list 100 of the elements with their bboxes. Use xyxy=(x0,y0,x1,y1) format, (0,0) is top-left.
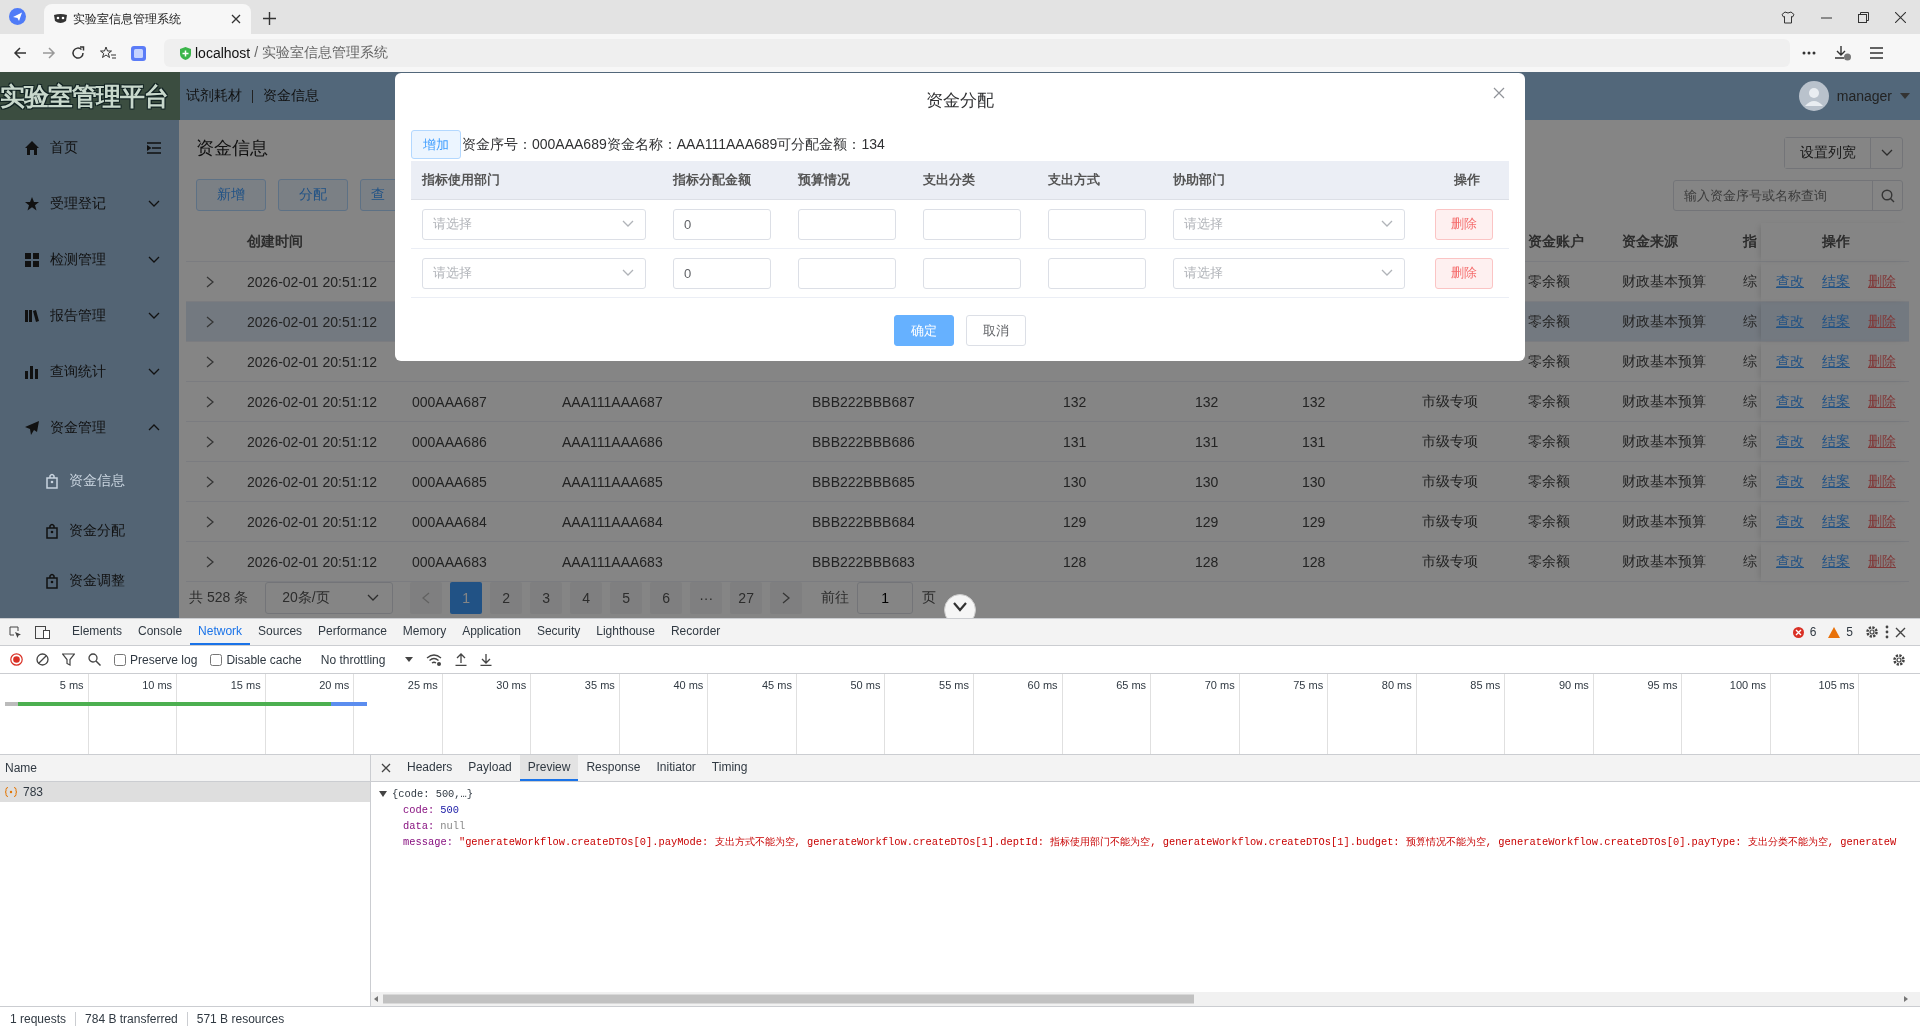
timeline-tick: 90 ms xyxy=(1558,679,1589,693)
json-line: data: null xyxy=(402,819,467,834)
status-text: 784 B transferred xyxy=(75,1012,187,1026)
table-cell: AAA111AAA684 xyxy=(562,513,663,530)
checkbox-label: Disable cache xyxy=(226,652,302,667)
breadcrumb: 资金信息 xyxy=(263,87,319,105)
table-cell: 132 xyxy=(1302,393,1326,410)
table-cell: 零余额 xyxy=(1528,432,1570,451)
timeline-tick: 100 ms xyxy=(1729,679,1766,693)
column-header: 预算情况 xyxy=(798,171,850,189)
timeline-tick: 30 ms xyxy=(496,679,527,693)
timeline-tick: 5 ms xyxy=(59,679,84,693)
table-cell: 综 xyxy=(1743,272,1757,291)
json-summary: {code: 500,…} xyxy=(392,787,474,802)
table-cell: 综 xyxy=(1743,472,1757,491)
table-cell: 财政基本预算 xyxy=(1622,432,1706,451)
table-cell: 130 xyxy=(1195,473,1219,490)
table-cell: 市级专项 xyxy=(1422,392,1478,411)
table-cell: 129 xyxy=(1302,513,1326,530)
table-cell: 零余额 xyxy=(1528,472,1570,491)
table-cell: 财政基本预算 xyxy=(1622,472,1706,491)
column-header: 操作 xyxy=(1822,233,1850,251)
table-cell: BBB222BBB686 xyxy=(812,433,915,450)
table-cell: 市级专项 xyxy=(1422,552,1478,571)
table-cell: 2026-02-01 20:51:12 xyxy=(247,313,377,330)
table-cell: 131 xyxy=(1302,433,1326,450)
table-cell: AAA111AAA686 xyxy=(562,433,663,450)
timeline-tick: 20 ms xyxy=(319,679,350,693)
table-cell: 2026-02-01 20:51:12 xyxy=(247,273,377,290)
table-cell: 零余额 xyxy=(1528,392,1570,411)
table-cell: 综 xyxy=(1743,392,1757,411)
timeline-tick: 45 ms xyxy=(761,679,792,693)
table-cell: 000AAA687 xyxy=(412,393,487,410)
table-cell: 2026-02-01 20:51:12 xyxy=(247,473,377,490)
column-header: 指标分配金额 xyxy=(673,171,751,189)
timeline-tick: 80 ms xyxy=(1381,679,1412,693)
table-cell: 综 xyxy=(1743,312,1757,331)
address-path: / 实验室信息管理系统 xyxy=(254,44,389,62)
timeline-tick: 85 ms xyxy=(1470,679,1501,693)
table-cell: AAA111AAA685 xyxy=(562,473,663,490)
address-host: localhost xyxy=(195,45,251,61)
timeline-tick: 55 ms xyxy=(939,679,969,693)
timeline-tick: 70 ms xyxy=(1204,679,1235,693)
timeline-tick: 15 ms xyxy=(230,679,261,693)
goto-label: 前往 xyxy=(821,589,850,607)
column-header: 资金账户 xyxy=(1528,233,1584,251)
table-cell: 零余额 xyxy=(1528,552,1570,571)
table-cell: BBB222BBB685 xyxy=(812,473,915,490)
timeline-tick: 75 ms xyxy=(1293,679,1324,693)
table-cell: AAA111AAA683 xyxy=(562,553,663,570)
table-cell: 128 xyxy=(1195,553,1219,570)
table-cell: 131 xyxy=(1195,433,1219,450)
total-count: 共 528 条 xyxy=(189,589,249,607)
table-cell: 2026-02-01 20:51:12 xyxy=(247,433,377,450)
table-cell: 财政基本预算 xyxy=(1622,272,1706,291)
json-line: message: "generateWorkflow.createDTOs[0].payMode: 支出方式不能为空, generateWorkflow.createDTOs[1].deptId: 指标使用部门不能为空, generateWorkflow.createDTOs[1].budget: 预算情况不能为空, generateWorkflow.createDTOs[0].payType: 支出分类不能为空, generateW xyxy=(402,835,1898,850)
column-header: 协助部门 xyxy=(1173,171,1225,189)
tab-title: 实验室信息管理系统 xyxy=(73,10,182,28)
timeline-tick: 105 ms xyxy=(1818,679,1855,693)
table-cell: 132 xyxy=(1063,393,1087,410)
table-cell: 财政基本预算 xyxy=(1622,512,1706,531)
table-cell: 零余额 xyxy=(1528,512,1570,531)
column-header: 指标使用部门 xyxy=(422,171,500,189)
table-cell: 市级专项 xyxy=(1422,472,1478,491)
table-cell: 130 xyxy=(1063,473,1087,490)
checkbox-label: Preserve log xyxy=(130,652,198,667)
table-cell: 2026-02-01 20:51:12 xyxy=(247,513,377,530)
column-header: 资金来源 xyxy=(1622,233,1678,251)
table-cell: 000AAA686 xyxy=(412,433,487,450)
table-cell: 综 xyxy=(1743,432,1757,451)
timeline-tick: 25 ms xyxy=(407,679,438,693)
table-cell: 2026-02-01 20:51:12 xyxy=(247,353,377,370)
fund-info: 资金序号：000AAA689资金名称：AAA111AAA689可分配金额：134 xyxy=(462,135,885,154)
column-header: 指 xyxy=(1743,233,1757,251)
dialog-title: 资金分配 xyxy=(926,90,994,112)
json-line: code: 500 xyxy=(402,803,460,818)
table-cell: BBB222BBB684 xyxy=(812,513,915,530)
table-cell: AAA111AAA687 xyxy=(562,393,663,410)
table-cell: 市级专项 xyxy=(1422,512,1478,531)
timeline-tick: 10 ms xyxy=(142,679,173,693)
column-header: Name xyxy=(5,761,37,775)
table-cell: 2026-02-01 20:51:12 xyxy=(247,553,377,570)
timeline-tick: 35 ms xyxy=(584,679,615,693)
table-cell: 市级专项 xyxy=(1422,432,1478,451)
table-cell: 财政基本预算 xyxy=(1622,392,1706,411)
table-cell: 129 xyxy=(1063,513,1087,530)
column-header: 支出分类 xyxy=(923,171,975,189)
table-cell: 2026-02-01 20:51:12 xyxy=(247,393,377,410)
table-cell: 综 xyxy=(1743,552,1757,571)
table-cell: 综 xyxy=(1743,352,1757,371)
status-text: 1 requests xyxy=(10,1012,68,1026)
timeline-tick: 95 ms xyxy=(1647,679,1678,693)
column-header: 操作 xyxy=(1454,171,1480,189)
table-cell: 130 xyxy=(1302,473,1326,490)
table-cell: 财政基本预算 xyxy=(1622,312,1706,331)
error-count: 6 xyxy=(1809,625,1817,639)
status-text: 571 B resources xyxy=(186,1012,294,1026)
table-cell: 128 xyxy=(1063,553,1087,570)
timeline-tick: 50 ms xyxy=(850,679,881,693)
column-header: 支出方式 xyxy=(1048,171,1100,189)
